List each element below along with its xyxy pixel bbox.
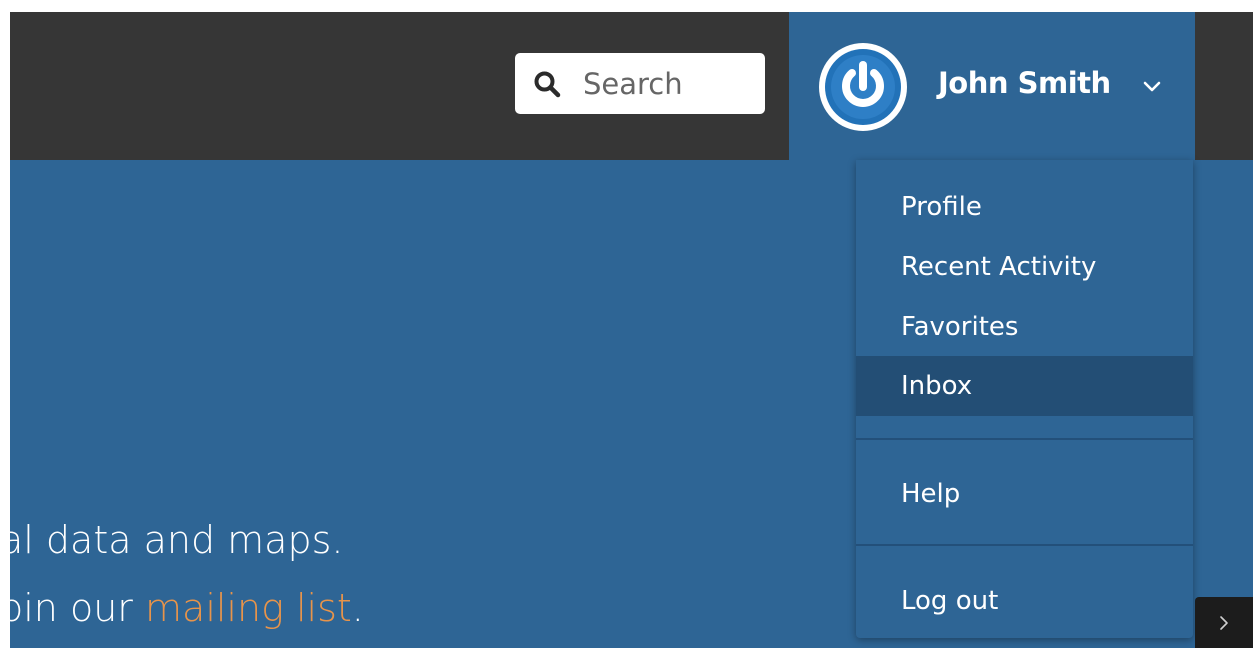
search-input[interactable] [583, 66, 743, 101]
menu-item-inbox[interactable]: Inbox [856, 356, 1193, 416]
chevron-right-icon [1215, 611, 1233, 635]
user-name[interactable]: John Smith [938, 66, 1111, 100]
top-navigation-bar: John Smith [10, 12, 1253, 160]
user-menu-toggle[interactable]: John Smith [789, 12, 1195, 160]
search-box[interactable] [515, 53, 765, 114]
menu-divider [856, 544, 1193, 546]
power-icon [825, 49, 901, 125]
menu-item-help[interactable]: Help [856, 464, 1193, 524]
hero-text-line-1: al data and maps. [10, 518, 344, 562]
chevron-down-icon[interactable] [1141, 76, 1163, 98]
hero-text-line-2: oin our mailing list. [10, 586, 364, 630]
menu-item-favorites[interactable]: Favorites [856, 297, 1193, 357]
page-frame: John Smith al data and maps. oin our mai… [10, 12, 1253, 648]
menu-item-recent-activity[interactable]: Recent Activity [856, 237, 1193, 297]
menu-item-profile[interactable]: Profile [856, 177, 1193, 237]
hero-text-suffix: . [351, 586, 364, 630]
menu-divider [856, 438, 1193, 440]
search-icon[interactable] [533, 70, 561, 98]
menu-item-log-out[interactable]: Log out [856, 571, 1193, 631]
hero-text-prefix: oin our [10, 586, 146, 630]
mailing-list-link[interactable]: mailing list [145, 586, 352, 630]
expand-panel-button[interactable] [1195, 597, 1253, 648]
avatar[interactable] [819, 43, 907, 131]
user-dropdown-menu: Profile Recent Activity Favorites Inbox … [856, 160, 1193, 638]
